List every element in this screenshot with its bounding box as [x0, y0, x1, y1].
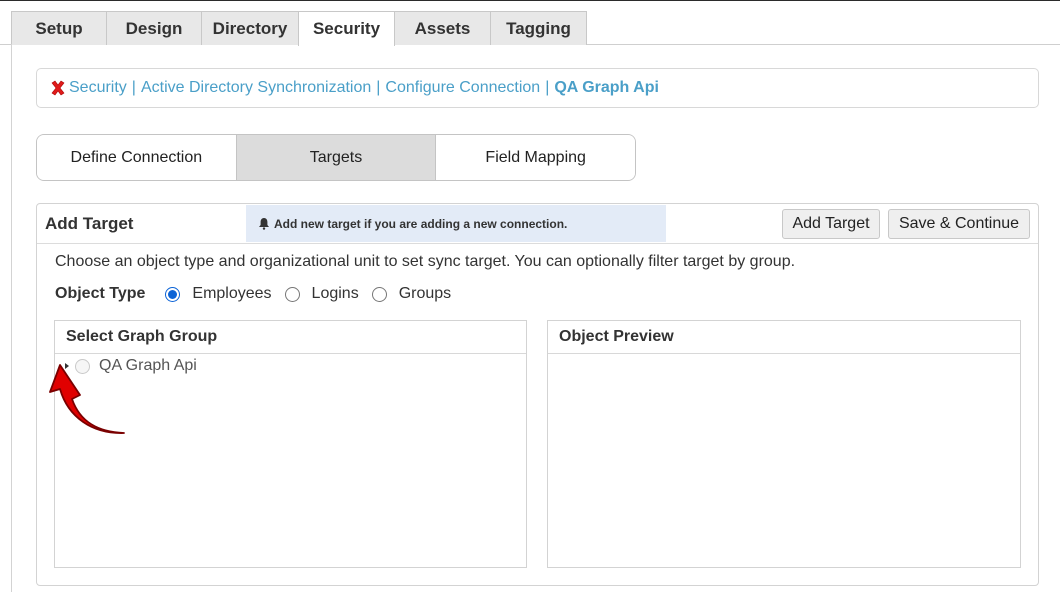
object-preview-title: Object Preview: [548, 321, 1020, 354]
tab-setup[interactable]: Setup: [11, 11, 107, 45]
object-type-row: Object Type Employees Logins Groups: [55, 283, 464, 305]
tab-assets[interactable]: Assets: [394, 11, 491, 45]
tab-label: Security: [312, 19, 381, 38]
tab-directory[interactable]: Directory: [201, 11, 299, 45]
sub-tab-bar: Define Connection Targets Field Mapping: [36, 134, 636, 181]
top-tab-bar: Setup Design Directory Security Assets T…: [0, 0, 1060, 46]
radio-label: Employees: [192, 285, 272, 302]
breadcrumb-configure-connection[interactable]: Configure Connection: [385, 79, 540, 97]
add-target-button[interactable]: Add Target: [782, 209, 880, 239]
subtab-label: Targets: [309, 148, 363, 166]
breadcrumb: Security | Active Directory Synchronizat…: [36, 68, 1039, 108]
groups-radio[interactable]: [371, 286, 387, 302]
button-label: Add Target: [792, 215, 870, 232]
breadcrumb-ad-sync[interactable]: Active Directory Synchronization: [141, 79, 371, 97]
notice-banner: Add new target if you are adding a new c…: [246, 205, 666, 242]
page: Setup Design Directory Security Assets T…: [0, 0, 1060, 592]
logins-radio[interactable]: [284, 286, 300, 302]
bell-icon: [259, 218, 269, 230]
save-continue-button[interactable]: Save & Continue: [888, 209, 1030, 239]
radio-option-employees[interactable]: Employees: [165, 285, 272, 303]
panel-header: Add Target Add new target if you are add…: [37, 204, 1038, 244]
object-type-label: Object Type: [55, 285, 146, 302]
breadcrumb-separator: |: [131, 79, 136, 96]
employees-radio[interactable]: [165, 286, 181, 302]
subtab-define-connection[interactable]: Define Connection: [37, 135, 237, 180]
breadcrumb-separator: |: [376, 79, 381, 96]
select-graph-group-panel: Select Graph Group QA Graph Api: [54, 320, 527, 568]
instructions-text: Choose an object type and organizational…: [55, 253, 796, 270]
tab-label: Design: [125, 18, 183, 38]
radio-option-logins[interactable]: Logins: [284, 285, 359, 303]
tab-tagging[interactable]: Tagging: [490, 11, 587, 45]
add-target-panel: Add Target Add new target if you are add…: [36, 203, 1039, 586]
tab-label: Tagging: [506, 18, 571, 38]
button-label: Save & Continue: [898, 215, 1020, 232]
panel-title: Add Target: [45, 214, 134, 233]
radio-label: Groups: [398, 285, 452, 302]
object-preview-panel: Object Preview: [547, 320, 1021, 568]
subtab-label: Field Mapping: [485, 148, 586, 166]
breadcrumb-separator: |: [545, 79, 550, 96]
subtab-targets[interactable]: Targets: [236, 135, 437, 180]
subtab-label: Define Connection: [70, 148, 203, 166]
radio-label: Logins: [311, 285, 359, 302]
tab-label: Assets: [414, 18, 471, 38]
tab-design[interactable]: Design: [106, 11, 202, 45]
breadcrumb-security[interactable]: Security: [69, 79, 127, 97]
notice-text: Add new target if you are adding a new c…: [274, 216, 568, 231]
breadcrumb-current: QA Graph Api: [554, 79, 659, 96]
annotation-arrow-icon: [49, 364, 125, 434]
red-x-icon[interactable]: [49, 79, 67, 97]
radio-option-groups[interactable]: Groups: [371, 285, 452, 303]
tab-label: Directory: [212, 18, 288, 38]
tab-security[interactable]: Security: [298, 11, 395, 46]
tab-label: Setup: [35, 18, 83, 38]
subtab-field-mapping[interactable]: Field Mapping: [436, 135, 635, 180]
select-graph-group-title: Select Graph Group: [55, 321, 526, 354]
